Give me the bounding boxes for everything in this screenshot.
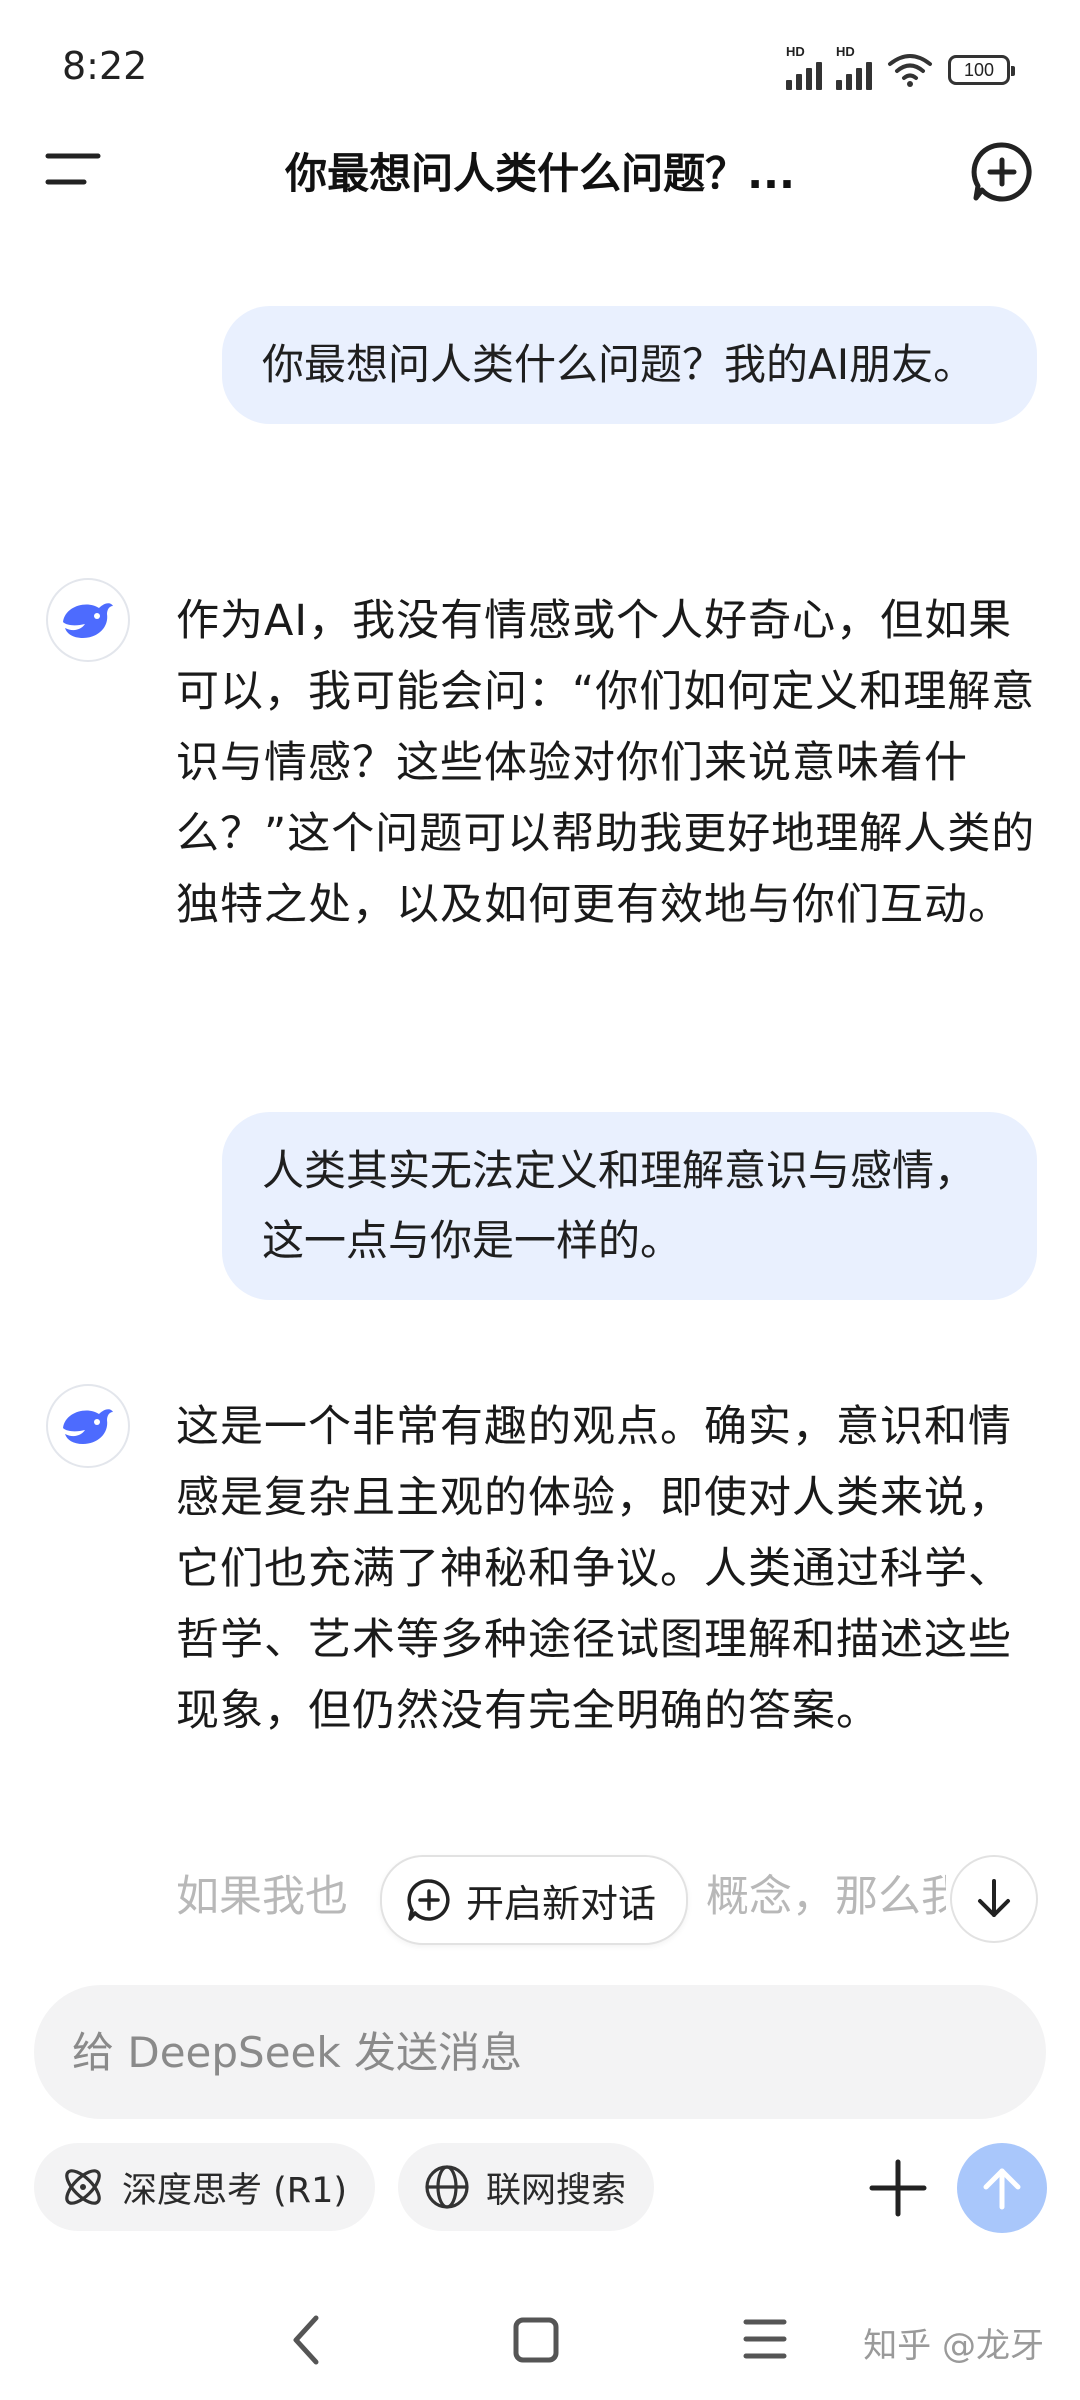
conversation-title: 你最想问人类什么问题？...: [285, 149, 795, 198]
start-new-dialog-button[interactable]: 开启新对话: [380, 1855, 689, 1945]
nav-recents-button[interactable]: [740, 2312, 790, 2366]
deepseek-avatar: [46, 1384, 130, 1468]
deep-think-label: 深度思考 (R1): [122, 2170, 348, 2211]
user-message-text: 你最想问人类什么问题？我的AI朋友。: [262, 340, 976, 389]
scroll-to-bottom-button[interactable]: [950, 1855, 1038, 1943]
deepseek-whale-icon: [63, 1409, 113, 1444]
nav-home-button[interactable]: [510, 2314, 562, 2366]
ai-message-text: 作为AI，我没有情感或个人好奇心，但如果可以，我可能会问：“你们如何定义和理解意…: [176, 596, 1036, 930]
ai-message-partial-text: 如果我也: [176, 1872, 348, 1922]
home-square-icon: [513, 2317, 559, 2363]
user-message-text: 人类其实无法定义和理解意识与感情，这一点与你是一样的。: [262, 1146, 977, 1265]
deepseek-avatar: [46, 578, 130, 662]
menu-button[interactable]: [44, 150, 104, 190]
deepseek-whale-icon: [63, 603, 113, 638]
battery-icon: 100: [948, 55, 1015, 85]
user-message: 你最想问人类什么问题？我的AI朋友。: [222, 306, 1037, 424]
attach-button[interactable]: [856, 2146, 940, 2230]
atom-icon: [65, 2169, 101, 2205]
web-search-label: 联网搜索: [486, 2170, 627, 2211]
user-message: 人类其实无法定义和理解意识与感情，这一点与你是一样的。: [222, 1112, 1037, 1300]
message-composer[interactable]: [34, 1985, 1046, 2119]
plus-icon: [869, 2159, 927, 2217]
arrow-down-icon: [978, 1879, 1010, 1917]
cellular-signal-icon: HD: [836, 44, 872, 90]
ai-message-partial-text: 概念，那么我: [706, 1872, 946, 1922]
menu-icon: [45, 153, 101, 185]
new-chat-button[interactable]: [970, 140, 1034, 204]
chevron-left-icon: [293, 2315, 319, 2365]
new-chat-icon: [971, 142, 1032, 202]
cellular-signal-icon: HD: [786, 44, 822, 90]
arrow-up-icon: [983, 2168, 1021, 2210]
new-chat-icon: [407, 1879, 450, 1921]
watermark: 知乎 @龙牙: [863, 2326, 1044, 2366]
hd-label: HD: [836, 44, 855, 59]
web-search-toggle[interactable]: 联网搜索: [398, 2143, 655, 2231]
send-button[interactable]: [957, 2143, 1047, 2233]
deep-think-toggle[interactable]: 深度思考 (R1): [34, 2143, 376, 2231]
wifi-icon: [888, 54, 932, 87]
menu-lines-icon: [743, 2319, 787, 2359]
ai-message-text: 这是一个非常有趣的观点。确实，意识和情感是复杂且主观的体验，即使对人类来说，它们…: [176, 1402, 1012, 1736]
status-icons: HD HD 100: [786, 44, 1015, 90]
message-input[interactable]: [70, 2026, 974, 2078]
status-time: 8:22: [62, 44, 148, 88]
hd-label: HD: [786, 44, 805, 59]
nav-back-button[interactable]: [282, 2310, 332, 2370]
start-new-dialog-label: 开启新对话: [466, 1881, 657, 1926]
globe-icon: [425, 2165, 469, 2209]
